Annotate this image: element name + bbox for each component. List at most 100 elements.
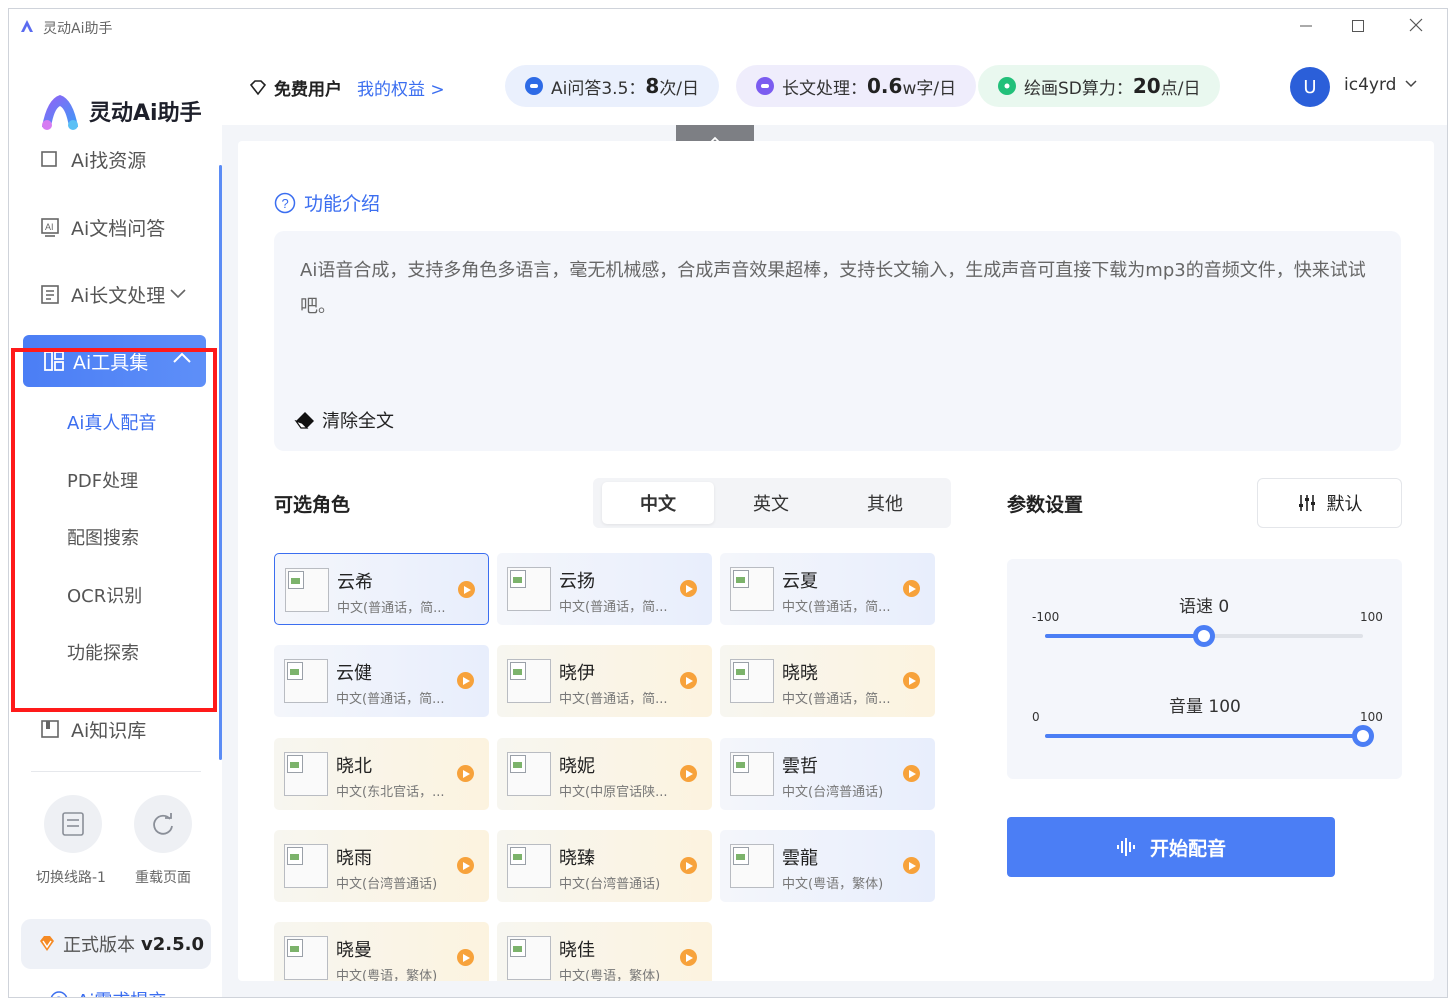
play-icon[interactable] (680, 580, 697, 597)
tab-english[interactable]: 英文 (715, 482, 827, 524)
maximize-button[interactable] (1343, 14, 1373, 40)
version-badge: 正式版本 v2.5.0 (21, 919, 211, 969)
feedback-label: Ai需求提交 (77, 987, 166, 997)
voice-card[interactable]: 云健 中文(普通话，简... (274, 645, 489, 717)
play-icon[interactable] (457, 672, 474, 689)
voice-name: 晓北 (336, 756, 372, 777)
voice-name: 晓佳 (559, 940, 595, 961)
voice-avatar-image (507, 936, 551, 980)
play-icon[interactable] (680, 765, 697, 782)
speed-min: -100 (1032, 610, 1060, 624)
voice-card[interactable]: 云希 中文(普通话，简... (274, 553, 489, 625)
svg-text:?: ? (56, 995, 62, 998)
play-icon[interactable] (903, 580, 920, 597)
speed-label: 语速 0 (1179, 597, 1230, 617)
voice-card[interactable]: 晓北中文(东北官话，... (274, 738, 489, 810)
voice-card[interactable]: 雲龍 中文(粤语，繁体) (720, 830, 935, 902)
voice-name: 晓妮 (559, 756, 595, 777)
voice-desc: 中文(台湾普通话) (559, 877, 661, 892)
voice-card[interactable]: 晓臻 中文(台湾普通话) (497, 830, 712, 902)
voice-name: 晓雨 (336, 848, 372, 869)
volume-label: 音量 100 (1169, 697, 1241, 717)
voice-card[interactable]: 晓雨中文(台湾普通话) (274, 830, 489, 902)
params-title: 参数设置 (1007, 494, 1084, 516)
speed-slider[interactable] (1045, 625, 1363, 647)
voice-name: 云扬 (559, 571, 595, 592)
sidebar: 灵动Ai助手 Ai找资源 AI Ai文档问答 Ai长文处理 Ai工具集 Ai真人… (9, 45, 222, 998)
voice-card[interactable]: 晓妮 中文(中原官话陕... (497, 738, 712, 810)
sidebar-item-label: Ai找资源 (71, 149, 147, 172)
voice-avatar-image (507, 752, 551, 796)
voice-avatar-image (284, 844, 328, 888)
intro-title-label: 功能介绍 (304, 193, 381, 215)
quota-label: Ai问答3.5： (551, 78, 646, 99)
chevron-down-icon (170, 289, 186, 299)
minimize-icon (1300, 25, 1312, 27)
play-icon[interactable] (457, 949, 474, 966)
voice-desc: 中文(台湾普通话) (336, 877, 438, 892)
sidebar-item-label: Ai文档问答 (71, 217, 166, 240)
voice-card[interactable]: 雲哲 中文(台湾普通话) (720, 738, 935, 810)
document-ai-icon: AI (39, 216, 61, 238)
reload-button[interactable] (134, 795, 192, 853)
feedback-link[interactable]: ? Ai需求提交 (49, 987, 166, 998)
volume-slider[interactable] (1045, 725, 1374, 747)
voice-desc: 中文(普通话，简... (782, 692, 891, 707)
play-icon[interactable] (680, 672, 697, 689)
play-icon[interactable] (457, 765, 474, 782)
sidebar-scrollbar[interactable] (219, 165, 222, 760)
quota-value: 0.6 (867, 74, 903, 98)
play-icon[interactable] (903, 765, 920, 782)
voice-desc: 中文(东北官话，... (336, 785, 445, 800)
play-icon[interactable] (680, 857, 697, 874)
voice-card[interactable]: 晓晓中文(普通话，简... (720, 645, 935, 717)
sidebar-item-long-text[interactable]: Ai长文处理 (39, 274, 187, 314)
user-tier: 免费用户 (248, 75, 342, 100)
voice-card[interactable]: 晓佳 中文(粤语，繁体) (497, 922, 712, 981)
book-icon (39, 718, 61, 740)
chevron-down-icon[interactable] (1405, 79, 1417, 89)
diamond-icon (40, 936, 54, 951)
voice-card[interactable]: 云夏 中文(普通话，简... (720, 553, 935, 625)
speed-slider-thumb[interactable] (1193, 625, 1215, 647)
play-icon[interactable] (903, 857, 920, 874)
quota-value: 8 (645, 74, 660, 98)
sidebar-item-knowledge-base[interactable]: Ai知识库 (39, 709, 146, 749)
switch-line-label: 切换线路-1 (36, 870, 106, 886)
sidebar-item-find-resources[interactable]: Ai找资源 (39, 149, 146, 179)
sliders-icon (1298, 495, 1315, 511)
username[interactable]: ic4yrd (1344, 75, 1396, 95)
clear-all-button[interactable]: 清除全文 (294, 407, 394, 433)
avatar[interactable]: U (1290, 67, 1330, 107)
voice-name: 晓晓 (782, 663, 818, 684)
close-button[interactable] (1401, 14, 1431, 40)
quota-unit: 点/日 (1160, 78, 1201, 99)
reload-icon (153, 813, 173, 835)
reset-default-button[interactable]: 默认 (1257, 478, 1402, 528)
soundwave-icon (1116, 838, 1135, 856)
help-icon: ? (274, 192, 296, 213)
switch-line-icon (62, 812, 84, 836)
tab-chinese[interactable]: 中文 (602, 482, 714, 524)
voice-card[interactable]: 云扬 中文(普通话，简... (497, 553, 712, 625)
volume-slider-thumb[interactable] (1352, 725, 1374, 747)
play-icon[interactable] (903, 672, 920, 689)
play-icon[interactable] (680, 949, 697, 966)
voice-card[interactable]: 晓曼 中文(粤语，繁体) (274, 922, 489, 981)
voice-card[interactable]: 晓伊 中文(普通话，简... (497, 645, 712, 717)
intro-title: ? 功能介绍 (274, 189, 380, 216)
volume-max: 100 (1360, 710, 1383, 724)
switch-line-button[interactable] (44, 795, 102, 853)
voice-avatar-image (507, 659, 551, 703)
my-rights-link[interactable]: 我的权益 > (357, 75, 445, 100)
sidebar-item-doc-qa[interactable]: AI Ai文档问答 (39, 207, 165, 247)
quota-label: 绘画SD算力： (1024, 78, 1133, 99)
tab-other[interactable]: 其他 (829, 482, 941, 524)
minimize-button[interactable] (1291, 14, 1321, 40)
start-dubbing-button[interactable]: 开始配音 (1007, 817, 1335, 877)
voice-avatar-image (284, 936, 328, 980)
speed-max: 100 (1360, 610, 1383, 624)
play-icon[interactable] (458, 581, 475, 598)
play-icon[interactable] (457, 857, 474, 874)
text-input-area[interactable]: Ai语音合成，支持多角色多语言，毫无机械感，合成声音效果超棒，支持长文输入，生成… (274, 231, 1401, 451)
